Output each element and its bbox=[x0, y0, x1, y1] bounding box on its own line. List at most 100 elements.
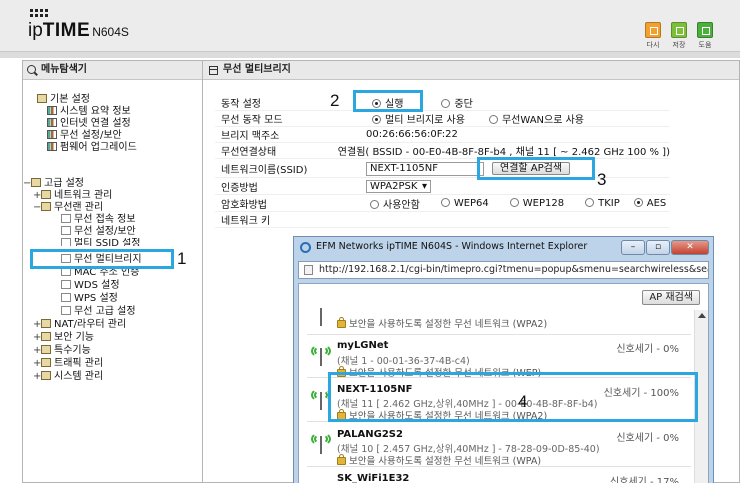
row-mac: 브리지 맥주소 00:26:66:56:0F:22 bbox=[215, 127, 670, 143]
special-icon bbox=[41, 345, 51, 354]
highlight-box-1 bbox=[30, 249, 174, 269]
address-bar[interactable]: http://192.168.2.1/cgi-bin/timepro.cgi?t… bbox=[298, 261, 709, 279]
expand-icon[interactable]: + bbox=[33, 358, 41, 370]
chart-icon bbox=[47, 130, 57, 139]
menu-item-security[interactable]: + 보안 기능 bbox=[33, 332, 94, 344]
enc-option-aes[interactable]: AES bbox=[633, 198, 666, 209]
menu-item-internet[interactable]: 인터넷 연결 설정 bbox=[47, 118, 131, 130]
menu-item-wireless-config[interactable]: 무선 설정/보안 bbox=[61, 226, 136, 238]
network-item[interactable]: PALANG2S2 (채널 10 [ 2.457 GHz,상위,40MHz ] … bbox=[307, 424, 691, 467]
menu-item-wireless-security[interactable]: 무선 설정/보안 bbox=[47, 130, 122, 142]
network-name: PALANG2S2 bbox=[337, 429, 403, 440]
signal-strength: 신호세기 - 0% bbox=[616, 344, 679, 355]
ssid-input[interactable]: NEXT-1105NF bbox=[366, 161, 484, 176]
minimize-button[interactable]: – bbox=[621, 240, 645, 255]
maximize-button[interactable]: ▫ bbox=[646, 240, 670, 255]
logo-dots bbox=[30, 9, 52, 19]
menu-item-wps[interactable]: WPS 설정 bbox=[61, 293, 118, 305]
ie-icon bbox=[300, 242, 311, 253]
refresh-icon bbox=[645, 22, 661, 38]
network-item[interactable]: 보안을 사용하도록 설정한 무선 네트워크 (WPA2) bbox=[307, 308, 691, 334]
app-header: ipTIME N604S 다시 저장 도움 bbox=[0, 0, 740, 52]
collapse-icon[interactable]: − bbox=[23, 178, 31, 190]
page-icon bbox=[304, 265, 313, 275]
chevron-down-icon: ▾ bbox=[421, 181, 427, 192]
menu-item-wireless-advanced[interactable]: 무선 고급 설정 bbox=[61, 306, 136, 318]
ssid-label: 네트워크이름(SSID) bbox=[221, 165, 308, 176]
row-status: 무선연결상태 연결됨( BSSID - 00-E0-4B-8F-8F-b4 , … bbox=[215, 143, 670, 159]
menu-item-nat[interactable]: + NAT/라우터 관리 bbox=[33, 319, 126, 331]
enc-option-wep64[interactable]: WEP64 bbox=[440, 198, 489, 209]
menu-item-advanced[interactable]: − 고급 설정 bbox=[23, 178, 84, 190]
menu-item-wireless-info[interactable]: 무선 접속 정보 bbox=[61, 214, 136, 226]
page-icon bbox=[61, 293, 71, 302]
menu-item-multi-ssid[interactable]: 멀티 SSID 설정 bbox=[61, 238, 141, 246]
refresh-button[interactable]: 다시 bbox=[644, 22, 662, 50]
wireless-mode-multi-option[interactable]: 멀티 브리지로 사용 bbox=[372, 111, 465, 126]
menu-item-network[interactable]: + 네트워크 관리 bbox=[33, 190, 112, 202]
menu-item-system-summary[interactable]: 시스템 요약 정보 bbox=[47, 106, 131, 118]
annotation-4: 4 bbox=[518, 392, 528, 411]
radio-stop[interactable] bbox=[441, 99, 451, 108]
menu-item-firmware[interactable]: 펌웨어 업그레이드 bbox=[47, 142, 137, 154]
system-icon bbox=[41, 371, 51, 380]
help-icon bbox=[697, 22, 713, 38]
row-key: 네트워크 키 bbox=[215, 212, 670, 228]
mac-value: 00:26:66:56:0F:22 bbox=[366, 129, 458, 140]
main-panel-header: 무선 멀티브리지 bbox=[203, 61, 739, 80]
lock-icon bbox=[337, 317, 346, 328]
expand-icon[interactable]: + bbox=[33, 190, 41, 202]
menu-item-special[interactable]: + 특수기능 bbox=[33, 345, 91, 357]
enc-option-none[interactable]: 사용안함 bbox=[370, 196, 420, 211]
annotation-1: 1 bbox=[177, 249, 187, 268]
expand-icon[interactable]: + bbox=[33, 345, 41, 357]
network-name: myLGNet bbox=[337, 340, 389, 351]
row-wireless-mode: 무선 동작 모드 멀티 브리지로 사용 무선WAN으로 사용 bbox=[215, 111, 670, 127]
network-icon bbox=[41, 190, 51, 199]
wireless-mode-wan-option[interactable]: 무선WAN으로 사용 bbox=[488, 111, 584, 126]
scroll-up-icon[interactable] bbox=[698, 313, 706, 318]
logo-time: TIME bbox=[42, 20, 91, 41]
network-item[interactable]: myLGNet (채널 1 - 00-01-36-37-4B-c4) 보안을 사… bbox=[307, 336, 691, 379]
header-stripe bbox=[0, 52, 740, 58]
expand-icon[interactable]: + bbox=[33, 332, 41, 344]
save-button[interactable]: 저장 bbox=[670, 22, 688, 50]
wireless-icon bbox=[41, 202, 51, 211]
enc-option-tkip[interactable]: TKIP bbox=[585, 198, 620, 209]
chart-icon bbox=[47, 106, 57, 115]
menu-item-wlan[interactable]: − 무선랜 관리 bbox=[33, 202, 103, 214]
ap-search-popup-window: EFM Networks ipTIME N604S - Windows Inte… bbox=[293, 236, 714, 483]
expand-icon[interactable]: + bbox=[33, 371, 41, 383]
search-icon bbox=[27, 65, 36, 74]
popup-title: EFM Networks ipTIME N604S - Windows Inte… bbox=[316, 241, 588, 252]
radio-multibridge[interactable] bbox=[372, 115, 381, 124]
row-mode: 동작 설정 실행 중단 bbox=[215, 95, 670, 111]
radio-wan[interactable] bbox=[488, 115, 498, 124]
refresh-label: 다시 bbox=[646, 41, 660, 49]
page-icon bbox=[61, 280, 71, 289]
highlight-box-2 bbox=[353, 90, 423, 112]
logo-ip: ip bbox=[28, 20, 43, 41]
mode-stop-option[interactable]: 중단 bbox=[441, 95, 473, 110]
menu-item-traffic[interactable]: + 트래픽 관리 bbox=[33, 358, 103, 370]
folder-icon bbox=[31, 178, 41, 187]
chart-icon bbox=[47, 118, 57, 127]
rescan-ap-button[interactable]: AP 재검색 bbox=[642, 290, 700, 305]
menu-item-wds[interactable]: WDS 설정 bbox=[61, 280, 120, 292]
key-label: 네트워크 키 bbox=[221, 216, 271, 227]
help-button[interactable]: 도움 bbox=[696, 22, 714, 50]
wifi-antenna-icon bbox=[311, 432, 331, 454]
menu-title: 메뉴탐색기 bbox=[41, 64, 87, 75]
auth-select[interactable]: WPA2PSK ▾ bbox=[366, 180, 431, 193]
save-icon bbox=[671, 22, 687, 38]
expand-icon[interactable]: + bbox=[33, 319, 41, 331]
menu-item-basic[interactable]: 기본 설정 bbox=[29, 94, 90, 106]
page-icon bbox=[61, 214, 71, 223]
enc-option-wep128[interactable]: WEP128 bbox=[509, 198, 564, 209]
menu-item-system[interactable]: + 시스템 관리 bbox=[33, 371, 103, 383]
close-button[interactable]: ✕ bbox=[671, 240, 709, 255]
collapse-icon[interactable]: − bbox=[33, 202, 41, 214]
network-item[interactable]: SK_WiFi1E32 신호세기 - 17% bbox=[307, 468, 691, 483]
mac-label: 브리지 맥주소 bbox=[221, 131, 280, 142]
window-controls: – ▫ ✕ bbox=[621, 240, 709, 255]
